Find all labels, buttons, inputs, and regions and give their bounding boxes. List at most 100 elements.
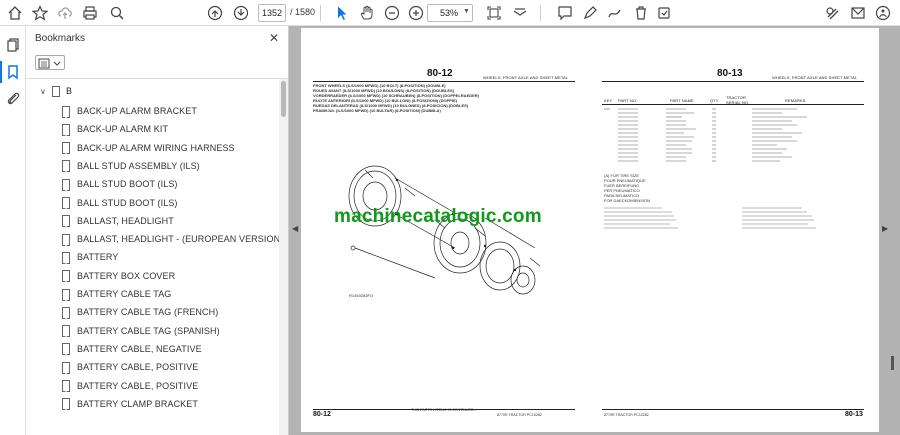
- bookmark-item[interactable]: BACK-UP ALARM KIT: [62, 121, 168, 137]
- close-icon[interactable]: ✕: [269, 31, 279, 45]
- upload-icon[interactable]: [55, 3, 75, 23]
- caption-line: FRAMHJUL (ILS/1000 MFWD) (10 BULTAR) (8-…: [313, 108, 441, 113]
- bookmark-item-icon: [62, 343, 70, 356]
- select-cursor-icon[interactable]: [332, 3, 352, 23]
- bookmark-item[interactable]: BALL STUD BOOT (ILS): [62, 176, 178, 192]
- bookmarks-scrollbar[interactable]: [279, 79, 288, 435]
- footer-page-number: 80-12: [313, 411, 331, 418]
- pdf-page-left: 80-12 WHEELS, FRONT AXLE AND SHEET METAL…: [301, 28, 590, 432]
- bookmark-item[interactable]: BALLAST, HEADLIGHT - (EUROPEAN VERSION): [62, 231, 279, 247]
- zoom-out-icon[interactable]: [382, 3, 402, 23]
- section-heading: WHEELS, FRONT AXLE AND SHEET METAL: [483, 75, 569, 80]
- bookmarks-title: Bookmarks: [35, 33, 86, 44]
- bookmark-options-button[interactable]: [35, 55, 65, 70]
- footer-page-number: 80-13: [845, 411, 863, 418]
- bookmark-item-label: BACK-UP ALARM WIRING HARNESS: [77, 142, 235, 153]
- footer-continued-note: THIS PARTS LISTING IS CONTINUED...: [411, 408, 477, 412]
- bookmark-item[interactable]: BATTERY CABLE TAG (FRENCH): [62, 304, 218, 320]
- page-down-icon[interactable]: [231, 3, 251, 23]
- bookmark-item-label: BALLAST, HEADLIGHT: [77, 215, 174, 226]
- bookmark-item-label: BATTERY CABLE TAG (FRENCH): [77, 307, 219, 318]
- hand-icon[interactable]: [357, 3, 377, 23]
- page-up-icon[interactable]: [205, 3, 225, 23]
- bookmark-item-label: BATTERY CABLE, POSITIVE: [77, 362, 199, 373]
- pdf-page-right: 80-13 WHEELS, FRONT AXLE AND SHEET METAL…: [590, 28, 879, 432]
- bookmark-item-icon: [52, 85, 60, 97]
- bookmark-item[interactable]: BALLAST, HEADLIGHT: [62, 213, 174, 229]
- read-mode-icon[interactable]: [510, 3, 530, 23]
- document-scrollbar[interactable]: [887, 26, 898, 435]
- sign-icon[interactable]: [654, 3, 674, 23]
- page-number-heading: 80-13: [717, 68, 743, 79]
- bookmark-item-label: BATTERY CABLE, POSITIVE: [77, 380, 199, 391]
- bookmark-item[interactable]: BATTERY CABLE, POSITIVE: [62, 378, 198, 394]
- bookmark-item-label: BACK-UP ALARM BRACKET: [77, 106, 197, 116]
- previous-page-arrow-icon[interactable]: ◀: [292, 224, 298, 233]
- bookmark-item-icon: [62, 380, 70, 392]
- bookmark-item-icon: [62, 178, 70, 191]
- bookmark-root-b[interactable]: ∨ B: [40, 83, 72, 99]
- pages-thumbnails-icon[interactable]: [5, 37, 21, 53]
- table-header-remarks: REMARKS: [785, 98, 806, 103]
- fit-page-icon[interactable]: [484, 3, 504, 23]
- bookmark-item[interactable]: BATTERY CLAMP BRACKET: [62, 396, 198, 412]
- chevron-down-icon[interactable]: ∨: [40, 87, 52, 96]
- navigation-rail: [0, 26, 26, 435]
- bookmark-item-icon: [62, 160, 70, 173]
- bookmark-item-icon: [62, 288, 70, 301]
- bookmark-item[interactable]: BATTERY: [62, 249, 118, 265]
- bookmark-item-icon: [62, 325, 70, 338]
- star-icon[interactable]: [30, 3, 50, 23]
- footer-model: 8770R TRACTOR PC10282: [604, 413, 649, 417]
- delete-icon[interactable]: [631, 3, 651, 23]
- parts-table-rows: [604, 108, 807, 162]
- bookmark-tree: ∨ B BACK-UP ALARM BRACKET BACK-UP ALARM K…: [26, 79, 279, 435]
- bookmark-item-label: BALL STUD BOOT (ILS): [77, 197, 178, 208]
- bookmark-item[interactable]: BATTERY CABLE TAG: [62, 286, 171, 302]
- toolbar: 1352 / 1580 53% ▼: [0, 0, 900, 26]
- footnote-line: FOR DAECKDIMENSION: [604, 198, 651, 203]
- highlight-icon[interactable]: [580, 3, 600, 23]
- home-icon[interactable]: [5, 3, 25, 23]
- bookmark-item-icon: [62, 306, 70, 319]
- bookmark-item-icon: [62, 361, 70, 374]
- section-heading: WHEELS, FRONT AXLE AND SHEET METAL: [772, 75, 858, 80]
- search-icon[interactable]: [107, 3, 127, 23]
- exploded-parts-drawing: [348, 165, 541, 295]
- bookmark-item-icon: [62, 270, 70, 283]
- email-icon[interactable]: [822, 3, 842, 23]
- zoom-in-icon[interactable]: [406, 3, 426, 23]
- table-header-key: KEY: [604, 98, 613, 103]
- bookmark-item[interactable]: BATTERY BOX COVER: [62, 268, 175, 284]
- draw-icon[interactable]: [605, 3, 625, 23]
- bookmark-item-icon: [62, 123, 70, 136]
- bookmark-item-label: BALLAST, HEADLIGHT - (EUROPEAN VERSION): [77, 234, 279, 245]
- bookmark-item-icon: [62, 251, 70, 264]
- bookmark-item[interactable]: BATTERY CABLE, POSITIVE: [62, 359, 198, 375]
- bookmark-item-icon: [62, 105, 70, 118]
- bookmark-item[interactable]: BATTERY CABLE, NEGATIVE: [62, 341, 202, 357]
- more-icon[interactable]: [873, 3, 893, 23]
- page-total: / 1580: [290, 7, 316, 17]
- attachment-icon[interactable]: [5, 90, 21, 106]
- bookmark-item-label: BATTERY CABLE TAG (SPANISH): [77, 325, 220, 336]
- page-number-heading: 80-12: [427, 68, 453, 79]
- comment-icon[interactable]: [555, 3, 575, 23]
- bookmark-item[interactable]: BALL STUD BOOT (ILS): [62, 195, 178, 211]
- bookmark-item[interactable]: BALL STUD ASSEMBLY (ILS): [62, 158, 200, 174]
- bookmark-item[interactable]: BACK-UP ALARM WIRING HARNESS: [62, 140, 235, 156]
- chevron-down-icon[interactable]: ▼: [463, 8, 470, 15]
- bookmark-icon[interactable]: [0, 61, 21, 83]
- bookmark-item-label: BATTERY: [77, 252, 119, 263]
- footer-model: 8770R TRACTOR PC10282: [497, 413, 542, 417]
- account-icon[interactable]: [848, 3, 868, 23]
- bookmark-item[interactable]: BATTERY CABLE TAG (SPANISH): [62, 323, 220, 339]
- print-icon[interactable]: [80, 3, 100, 23]
- bookmark-item-label: BALL STUD ASSEMBLY (ILS): [77, 160, 200, 171]
- table-header-qty: QTY: [710, 98, 719, 103]
- bookmark-item-label: BATTERY CABLE, NEGATIVE: [77, 343, 202, 354]
- page-number-input[interactable]: 1352: [258, 4, 286, 22]
- bookmark-item-label: BATTERY CLAMP BRACKET: [77, 398, 198, 409]
- table-header-part-name: PART NAME: [670, 98, 694, 103]
- bookmark-item[interactable]: BACK-UP ALARM BRACKET: [62, 103, 197, 119]
